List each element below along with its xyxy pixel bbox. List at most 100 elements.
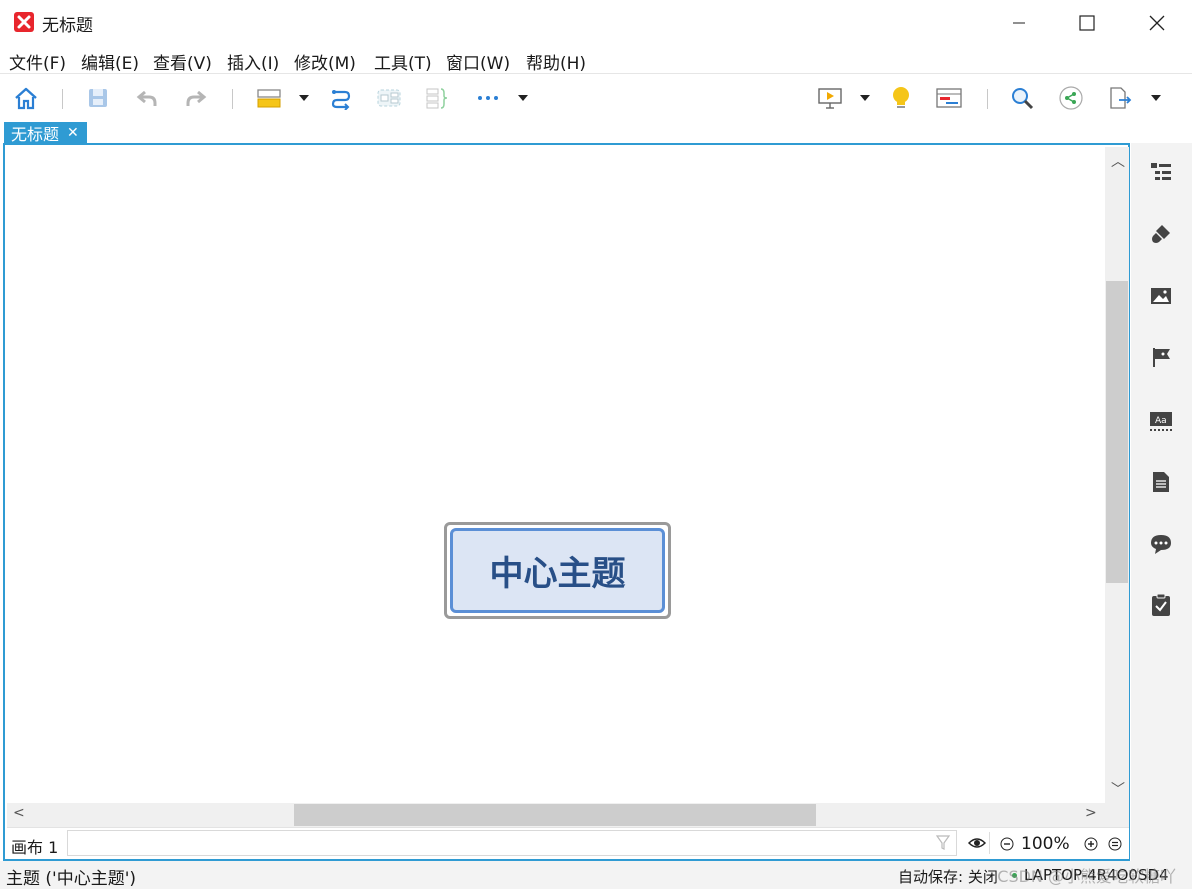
fit-view-icon[interactable] [1108,837,1122,851]
central-topic-label[interactable]: 中心主题 [450,528,665,613]
export-dropdown[interactable] [1151,95,1161,101]
horizontal-scrollbar[interactable]: < > [7,803,1129,827]
right-panel-bar: Aa [1131,143,1192,861]
status-divider [989,832,990,854]
task-icon [1152,593,1170,616]
idea-icon [893,87,909,108]
menu-view[interactable]: 查看(V) [153,49,212,74]
marker-flag-icon [1153,348,1170,367]
share-button[interactable] [1058,85,1084,111]
minimize-icon [1013,22,1025,24]
menu-window[interactable]: 窗口(W) [446,49,510,74]
outline-button[interactable] [1149,160,1173,184]
topic-style-icon [257,89,281,108]
presentation-button[interactable] [817,85,843,111]
zoom-in-icon[interactable] [1084,837,1098,851]
menu-edit[interactable]: 编辑(E) [81,49,139,74]
zoom-out-icon[interactable] [1000,837,1014,851]
relationship-icon [331,90,351,110]
eye-icon[interactable] [968,836,986,850]
export-button[interactable] [1107,85,1133,111]
tab-label: 无标题 [11,125,60,144]
topic-style-button[interactable] [256,85,282,111]
menu-file[interactable]: 文件(F) [9,49,66,74]
idea-button[interactable] [888,85,914,111]
note-button[interactable] [1149,470,1173,494]
home-icon [15,87,37,110]
undo-icon [136,90,157,106]
scroll-left-icon[interactable]: < [13,805,25,821]
more-icon [478,96,498,100]
redo-icon [186,90,207,106]
style-aa-icon: Aa [1150,412,1172,431]
minimize-button[interactable] [996,8,1042,38]
menu-help[interactable]: 帮助(H) [526,49,586,74]
maximize-button[interactable] [1064,8,1110,38]
toolbar [0,75,1192,121]
topic-style-dropdown[interactable] [299,95,309,101]
summary-icon [426,88,448,109]
sheet-tab[interactable]: 画布 1 [11,834,58,858]
boundary-icon [377,89,401,107]
comment-button[interactable] [1149,532,1173,556]
gantt-icon [936,88,962,108]
note-icon [1153,472,1169,492]
redo-button[interactable] [183,85,209,111]
mindmap-canvas[interactable]: 中心主题 [7,147,1105,803]
more-dropdown[interactable] [518,95,528,101]
toolbar-divider [987,89,988,109]
home-button[interactable] [13,85,39,111]
scroll-up-icon[interactable]: ︿ [1111,151,1125,171]
sheet-filter-input[interactable] [67,830,957,856]
csdn-watermark: CSDN @小熊爱吃软糖吖 [997,867,1176,886]
sheet-bar: 画布 1 100% [7,827,1129,859]
outline-icon [1151,163,1171,180]
tab-untitled[interactable]: 无标题 ✕ [4,122,87,144]
toolbar-divider [62,89,63,109]
more-button[interactable] [475,85,501,111]
close-icon [1149,15,1165,31]
vertical-scrollbar[interactable]: ︿ ﹀ [1105,147,1129,803]
menu-modify[interactable]: 修改(M) [294,49,356,74]
save-button[interactable] [85,85,111,111]
menu-bar: 文件(F) 编辑(E) 查看(V) 插入(I) 修改(M) 工具(T) 窗口(W… [0,44,1192,74]
share-icon [1059,86,1083,110]
menu-tools[interactable]: 工具(T) [374,49,432,74]
status-bar: 主题 ('中心主题') 自动保存: 关闭 LAPTOP-4R4O0SD4 CSD… [0,861,1192,889]
horizontal-scroll-thumb[interactable] [294,804,816,826]
selection-status: 主题 ('中心主题') [6,869,137,889]
undo-button[interactable] [134,85,160,111]
scroll-down-icon[interactable]: ﹀ [1111,779,1125,799]
style-button[interactable]: Aa [1149,409,1173,433]
zoom-level: 100% [1021,834,1070,854]
autosave-status[interactable]: 自动保存: 关闭 [898,866,998,887]
canvas-frame: 中心主题 ︿ ﹀ < > 画布 1 100% [3,143,1130,861]
filter-icon[interactable] [936,835,950,851]
relationship-button[interactable] [328,85,354,111]
window-title: 无标题 [42,16,93,36]
scroll-right-icon[interactable]: > [1085,805,1097,821]
search-button[interactable] [1009,85,1035,111]
search-icon [1012,88,1034,110]
marker-button[interactable] [1149,345,1173,369]
close-button[interactable] [1134,8,1180,38]
menu-insert[interactable]: 插入(I) [227,49,279,74]
central-topic[interactable]: 中心主题 [444,522,671,619]
presentation-dropdown[interactable] [860,95,870,101]
tab-close-icon[interactable]: ✕ [67,125,79,141]
maximize-icon [1079,15,1095,31]
xmind-logo-icon [14,12,34,32]
format-button[interactable] [1149,222,1173,246]
image-button[interactable] [1149,284,1173,308]
vertical-scroll-thumb[interactable] [1106,281,1128,583]
image-icon [1151,288,1171,304]
summary-button[interactable] [424,85,450,111]
comment-icon [1151,535,1171,554]
gantt-button[interactable] [936,85,962,111]
format-brush-icon [1152,225,1170,243]
toolbar-divider [232,89,233,109]
presentation-icon [818,88,842,109]
task-button[interactable] [1149,593,1173,617]
export-icon [1110,87,1132,109]
boundary-button[interactable] [376,85,402,111]
